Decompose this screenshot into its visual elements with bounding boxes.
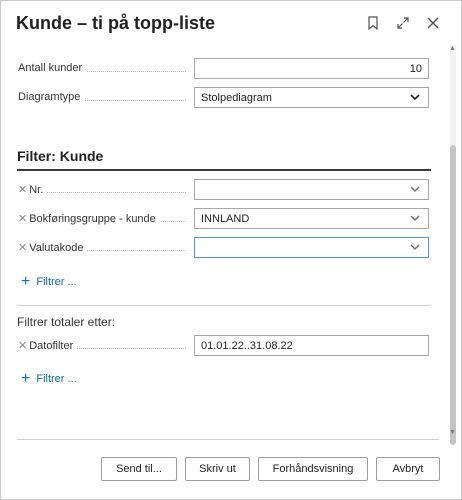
add-filter-label: Filtrer ... [36,276,77,288]
filter-label-text: Nr. [29,184,44,196]
remove-filter-icon[interactable]: ✕ [18,184,27,196]
expand-icon[interactable] [395,15,411,31]
plus-icon: + [21,273,31,290]
filter-label-text: Datofilter [29,340,74,352]
remove-filter-icon[interactable]: ✕ [18,340,27,352]
section-divider [17,169,431,171]
totals-filter-title: Filtrer totaler etter: [17,315,116,329]
chevron-down-icon[interactable] [409,183,421,195]
bookmark-icon[interactable] [365,15,381,31]
chevron-down-icon[interactable] [409,241,421,253]
add-filter-link-totals[interactable]: + Filtrer ... [21,370,77,387]
add-filter-link-kunde[interactable]: + Filtrer ... [21,273,77,290]
remove-filter-icon[interactable]: ✕ [18,242,27,254]
send-to-button[interactable]: Send til... [101,457,177,481]
filter-row-nr: ✕ Nr. [18,179,431,201]
chevron-down-icon[interactable] [409,212,421,224]
diagramtype-label: Diagramtype [18,91,85,103]
scroll-thumb[interactable] [450,145,456,445]
title-actions [365,15,441,31]
diagramtype-select[interactable]: Stolpediagram [194,87,429,108]
add-filter-label: Filtrer ... [36,373,77,385]
antall-kunder-input[interactable]: 10 [194,58,429,79]
footer-divider [17,439,439,440]
antall-kunder-row: Antall kunder 10 [18,58,431,80]
scroll-up-icon[interactable]: ▲ [448,45,457,53]
print-button[interactable]: Skriv ut [185,457,250,481]
filter-row-bokforingsgruppe: ✕ Bokføringsgruppe - kunde INNLAND [18,208,431,230]
valutakode-filter-input[interactable] [194,237,429,258]
preview-button[interactable]: Forhåndsvisning [258,457,368,481]
dialog-title: Kunde – ti på topp-liste [16,13,216,33]
chevron-down-icon [409,91,421,103]
filter-label-nr: ✕ Nr. [18,183,48,196]
remove-filter-icon[interactable]: ✕ [18,213,27,225]
datofilter-value: 01.01.22..31.08.22 [201,340,293,352]
plus-icon: + [21,370,31,387]
filter-row-datofilter: ✕ Datofilter 01.01.22..31.08.22 [18,335,431,357]
scroll-down-icon[interactable]: ▼ [448,429,457,437]
cancel-button[interactable]: Avbryt [376,457,440,481]
close-icon[interactable] [425,15,441,31]
diagramtype-row: Diagramtype Stolpediagram [18,87,431,109]
antall-kunder-value: 10 [409,63,422,75]
datofilter-input[interactable]: 01.01.22..31.08.22 [194,335,429,356]
filter-label-datofilter: ✕ Datofilter [18,339,78,352]
bokforingsgruppe-filter-input[interactable]: INNLAND [194,208,429,229]
filter-label-text: Bokføringsgruppe - kunde [29,213,156,225]
filter-label-bokforingsgruppe: ✕ Bokføringsgruppe - kunde [18,212,160,225]
filter-row-valutakode: ✕ Valutakode [18,237,431,259]
vertical-scrollbar[interactable]: ▲ ▼ [448,45,457,445]
filter-kunde-title: Filter: Kunde [17,148,104,164]
nr-filter-input[interactable] [194,179,429,200]
diagramtype-value: Stolpediagram [201,92,272,104]
filter-label-text: Valutakode [29,242,84,254]
filter-label-valutakode: ✕ Valutakode [18,241,88,254]
antall-kunder-label: Antall kunder [18,62,87,74]
section-divider [17,305,431,306]
bokforingsgruppe-filter-value: INNLAND [201,213,250,225]
dialog-content: Antall kunder 10 Diagramtype Stolpediagr… [1,43,446,438]
report-request-dialog: Kunde – ti på topp-liste Antall kunder 1… [0,0,462,500]
